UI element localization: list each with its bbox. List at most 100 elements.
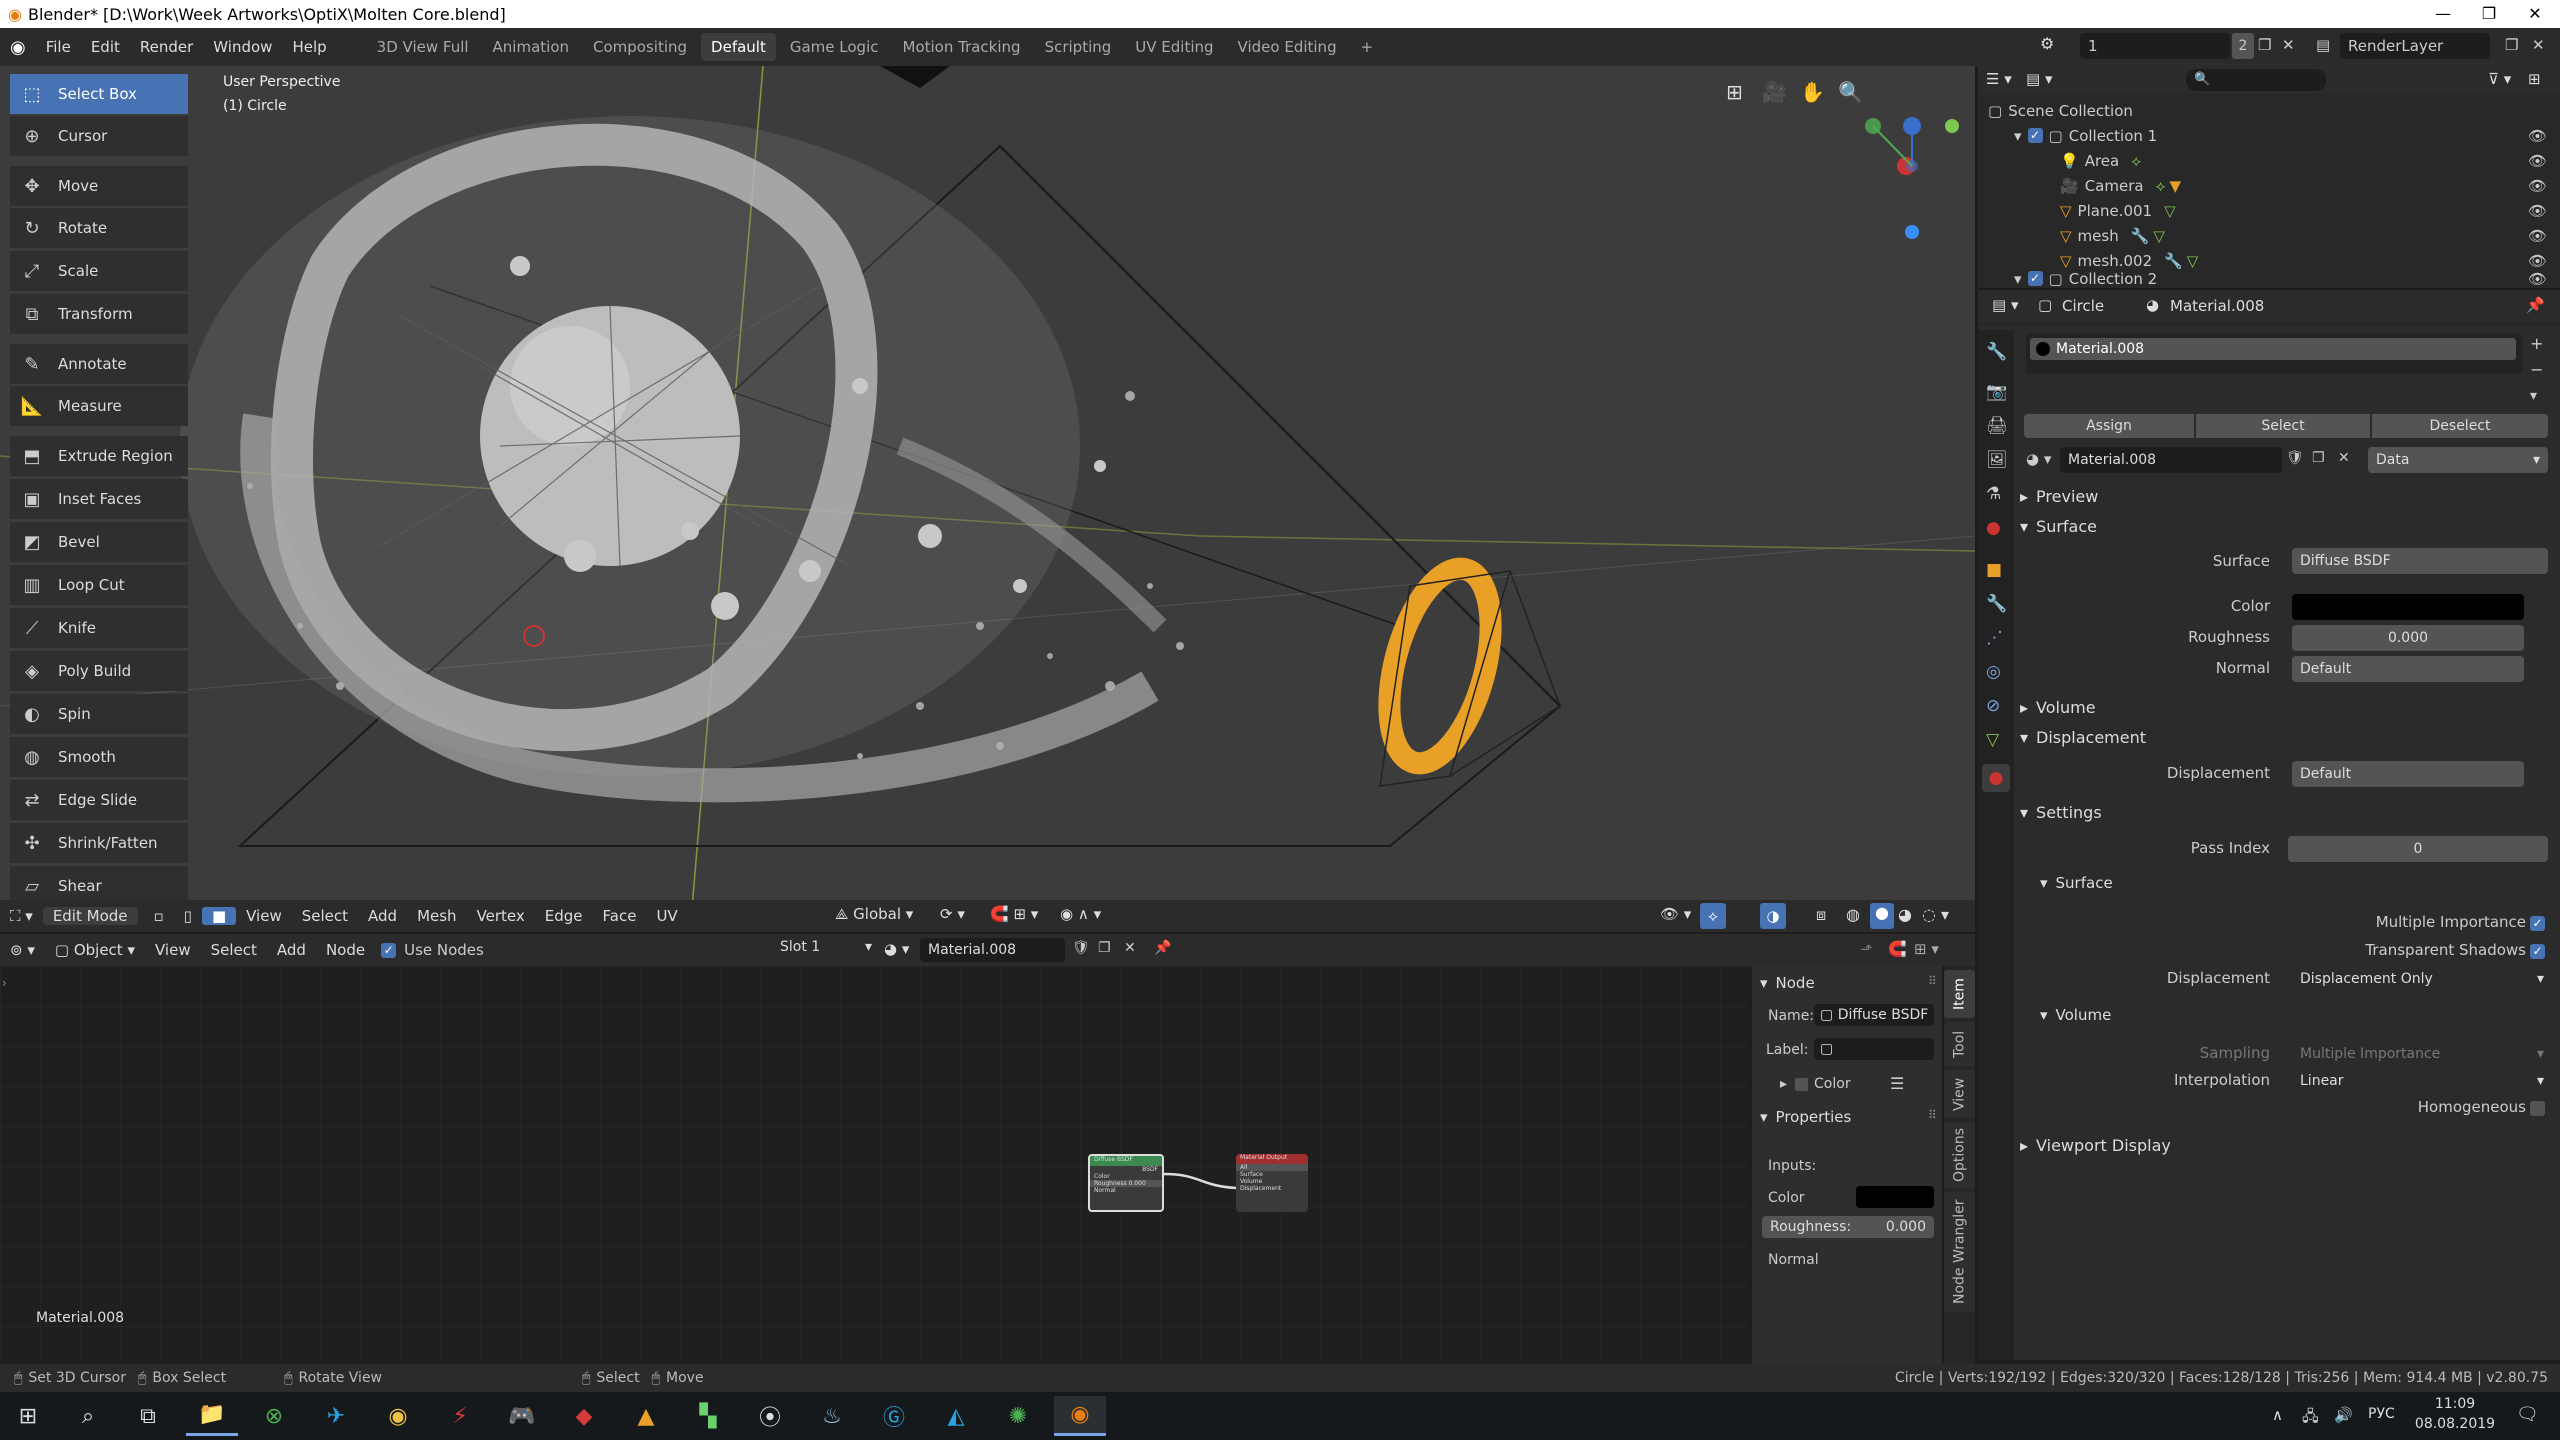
properties-type-icon[interactable]: ▤ ▾ [1992, 296, 2018, 314]
pivot-point-icon[interactable]: ⟳ ▾ [940, 905, 965, 923]
chrome-icon[interactable]: ◉ [372, 1396, 424, 1436]
tool-inset-faces[interactable]: ▣ Inset Faces [10, 479, 188, 519]
panel-roughness-slider[interactable]: Roughness: 0.000 [1762, 1216, 1934, 1238]
menu-render[interactable]: Render [130, 28, 203, 66]
tool-shrink-fatten[interactable]: ✣ Shrink/Fatten [10, 823, 188, 863]
app-red-icon[interactable]: ◆ [558, 1396, 610, 1436]
output-tab-icon[interactable]: 🖨 [1986, 416, 2008, 436]
outliner-row[interactable]: 💡 Area ⟡ 👁 [1978, 148, 2560, 173]
settings-surface-subpanel[interactable]: ▾ Surface [2040, 874, 2113, 892]
search-icon[interactable]: ⌕ [62, 1396, 114, 1436]
tool-smooth[interactable]: ◍ Smooth [10, 737, 188, 777]
ne-snap-icon[interactable]: 🧲 [1888, 940, 1907, 958]
outliner-row[interactable]: ▽ Plane.001 ▽ 👁 [1978, 198, 2560, 223]
section-volume[interactable]: ▸ Volume [2020, 694, 2550, 720]
panel-color-swatch[interactable] [1856, 1186, 1934, 1208]
diffuse-bsdf-node[interactable]: Diffuse BSDF BSDF Color Roughness 0.000 … [1088, 1154, 1164, 1212]
pass-index-field[interactable]: 0 [2288, 836, 2548, 862]
transparent-shadows-checkbox[interactable]: ✓ [2530, 944, 2545, 959]
node-name-field[interactable]: ▢ Diffuse BSDF [1814, 1004, 1934, 1026]
tool-select-box[interactable]: ⬚ Select Box [10, 74, 188, 114]
new-scene-icon[interactable]: ❐ [2258, 36, 2271, 54]
eye-icon[interactable]: 👁 [2528, 252, 2547, 270]
tool-transform[interactable]: ⧉ Transform [10, 294, 188, 334]
view-layer-tab-icon[interactable]: 🖼 [1986, 450, 2008, 470]
material-slot-list[interactable]: Material.008 [2026, 334, 2522, 374]
outliner-type-icon[interactable]: ☰ ▾ [1986, 70, 2012, 88]
ne-duplicate-icon[interactable]: ❐ [1098, 940, 1111, 956]
vp-menu-vertex[interactable]: Vertex [467, 907, 535, 925]
menu-edit[interactable]: Edit [81, 28, 130, 66]
node-label-field[interactable]: ▢ [1814, 1038, 1934, 1060]
rendered-shading-icon[interactable]: ◌ ▾ [1922, 905, 1949, 924]
render-layer-field[interactable]: RenderLayer [2340, 33, 2490, 59]
node-color-checkbox[interactable] [1795, 1077, 1809, 1091]
render-tab-icon[interactable]: 📷 [1986, 382, 2007, 402]
proportional-edit-icon[interactable]: ◉ ∧ ▾ [1060, 905, 1101, 923]
eye-icon[interactable]: 👁 [2528, 127, 2547, 145]
constraints-tab-icon[interactable]: ⊘ [1986, 696, 2000, 716]
shader-type-dropdown[interactable]: ▢ Object ▾ [45, 941, 145, 959]
display-mode-icon[interactable]: ▤ ▾ [2026, 70, 2052, 88]
tool-bevel[interactable]: ◩ Bevel [10, 522, 188, 562]
outliner-row[interactable]: ▽ mesh 🔧 ▽ 👁 [1978, 223, 2560, 248]
delete-layer-icon[interactable]: ✕ [2532, 36, 2545, 54]
telegram-icon[interactable]: ✈ [310, 1396, 362, 1436]
select-button[interactable]: Select [2196, 414, 2370, 438]
vp-menu-select[interactable]: Select [292, 907, 358, 925]
outliner-row[interactable]: 🎥 Camera ⟡ ▼ 👁 [1978, 173, 2560, 198]
editor-type-icon[interactable]: ⛶ ▾ [0, 907, 43, 925]
eye-icon[interactable]: 👁 [2528, 152, 2547, 170]
sampling-dropdown[interactable]: Multiple Importance ▾ [2292, 1041, 2548, 1067]
tool-extrude-region[interactable]: ⬒ Extrude Region [10, 436, 188, 476]
settings-volume-subpanel[interactable]: ▾ Volume [2040, 1006, 2111, 1024]
ne-pin-icon[interactable]: 📌 [1154, 940, 1171, 956]
notifications-icon[interactable]: 🗨 [2516, 1404, 2539, 1425]
clock-time[interactable]: 11:09 [2420, 1396, 2490, 1412]
section-displacement[interactable]: ▾ Displacement [2020, 724, 2550, 750]
vp-menu-edge[interactable]: Edge [535, 907, 593, 925]
menu-help[interactable]: Help [282, 28, 336, 66]
scene-tab-icon[interactable]: ⚗ [1986, 484, 2001, 504]
snap-icon[interactable]: 🧲 ⊞ ▾ [990, 905, 1038, 923]
view-layer-icon[interactable]: ▤ [2316, 36, 2330, 54]
volume-icon[interactable]: 🔊 [2334, 1406, 2353, 1424]
node-color-subpanel[interactable]: ▸ Color [1780, 1076, 1851, 1092]
tool-rotate[interactable]: ↻ Rotate [10, 208, 188, 248]
tab-animation[interactable]: Animation [483, 33, 579, 61]
ne-menu-node[interactable]: Node [316, 941, 375, 959]
clock-date[interactable]: 08.08.2019 [2405, 1416, 2505, 1432]
app-g-icon[interactable]: Ⓖ [868, 1396, 920, 1436]
pin-icon[interactable]: 📌 [2526, 296, 2545, 314]
homogeneous-checkbox[interactable] [2530, 1101, 2545, 1116]
face-select-icon[interactable]: ■ [201, 907, 237, 925]
surface-shader-field[interactable]: Diffuse BSDF [2292, 548, 2548, 574]
app-a-icon[interactable]: ◭ [930, 1396, 982, 1436]
use-nodes-checkbox[interactable]: ✓ [381, 942, 397, 958]
scene-icon[interactable]: ⚙ [2040, 34, 2054, 53]
include-checkbox[interactable]: ✓ [2027, 128, 2043, 143]
section-viewport-display[interactable]: ▸ Viewport Display [2020, 1132, 2550, 1158]
blender-menu-icon[interactable]: ◉ [0, 37, 36, 58]
tool-scale[interactable]: ⤢ Scale [10, 251, 188, 291]
tab-motion-tracking[interactable]: Motion Tracking [893, 33, 1031, 61]
displacement-method-dropdown[interactable]: Displacement Only ▾ [2292, 966, 2548, 992]
tool-poly-build[interactable]: ◈ Poly Build [10, 651, 188, 691]
new-collection-icon[interactable]: ⊞ [2528, 70, 2541, 88]
discord-icon[interactable]: 🎮 [496, 1396, 548, 1436]
fake-user-icon[interactable]: 🛡 [2286, 450, 2304, 466]
ne-fake-user-icon[interactable]: 🛡 [1072, 940, 1090, 956]
eye-icon[interactable]: 👁 [2528, 227, 2547, 245]
node-editor-type-icon[interactable]: ⊚ ▾ [0, 941, 45, 959]
solid-shading-icon[interactable]: ● [1870, 903, 1894, 929]
material-name-field[interactable]: Material.008 [2060, 447, 2282, 473]
section-preview[interactable]: ▸ Preview [2020, 483, 2550, 509]
material-shading-icon[interactable]: ◕ [1898, 905, 1912, 924]
tool-measure[interactable]: 📐 Measure [10, 386, 188, 426]
tab-compositing[interactable]: Compositing [583, 33, 697, 61]
particles-tab-icon[interactable]: ⋰ [1986, 628, 2003, 648]
blender-taskbar-icon[interactable]: ◉ [1054, 1396, 1106, 1436]
flash-app-icon[interactable]: ⚡ [434, 1396, 486, 1436]
roughness-slider[interactable]: 0.000 [2292, 625, 2524, 651]
material-tab-icon[interactable]: ● [1982, 764, 2010, 792]
